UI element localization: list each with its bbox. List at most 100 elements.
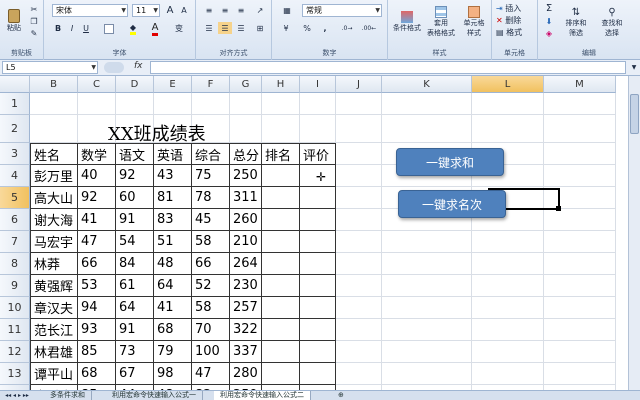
row-header-12[interactable]: 12 [0,341,30,363]
grid-cell[interactable] [336,253,382,275]
table-cell[interactable]: 78 [192,187,230,209]
table-header-cell[interactable]: 排名 [262,143,300,165]
align-bottom-button[interactable]: ≡ [234,4,248,16]
grid-cell[interactable] [472,93,544,115]
column-header-l[interactable]: L [472,76,544,93]
paste-button[interactable]: 粘贴 [6,6,22,36]
table-cell[interactable] [300,319,336,341]
table-cell[interactable]: 彭万里 [30,165,78,187]
row-header-13[interactable]: 13 [0,363,30,385]
table-cell[interactable] [262,341,300,363]
format-cells-button[interactable]: ▤ 格式 [496,26,536,38]
table-cell[interactable]: 41 [78,209,116,231]
table-cell[interactable]: 章汉夫 [30,297,78,319]
table-cell[interactable]: 84 [116,253,154,275]
table-cell[interactable]: 81 [154,187,192,209]
table-cell[interactable]: 260 [230,209,262,231]
table-cell[interactable]: 92 [78,187,116,209]
table-cell[interactable] [262,363,300,385]
table-cell[interactable] [262,253,300,275]
table-cell[interactable] [262,209,300,231]
insert-function-button[interactable]: fx [134,61,143,71]
grid-cell[interactable] [192,93,230,115]
grid-cell[interactable] [472,231,544,253]
grid-cell[interactable] [300,115,336,143]
grid-cell[interactable] [154,93,192,115]
table-cell[interactable]: 311 [230,187,262,209]
row-header-8[interactable]: 8 [0,253,30,275]
table-cell[interactable] [262,319,300,341]
table-cell[interactable]: 322 [230,319,262,341]
name-box[interactable]: L5 ▼ [2,61,98,74]
sum-macro-button[interactable]: 一键求和 [396,148,504,176]
table-cell[interactable]: 91 [116,319,154,341]
table-cell[interactable]: 68 [78,363,116,385]
row-header-1[interactable]: 1 [0,93,30,115]
grid-cell[interactable] [472,319,544,341]
grow-font-button[interactable]: A [164,4,176,17]
copy-button[interactable]: ❐ [28,16,40,26]
table-header-cell[interactable]: 语文 [116,143,154,165]
grid-cell[interactable] [544,231,616,253]
table-cell[interactable]: 林莽 [30,253,78,275]
grid-cell[interactable] [336,143,382,165]
grid-cell[interactable] [336,341,382,363]
spreadsheet-grid[interactable]: BCDEFGHIJKLM 1234567891011121314 XX班成绩表 … [0,76,628,390]
table-cell[interactable]: 68 [154,319,192,341]
grid-cell[interactable] [544,319,616,341]
grid-cell[interactable] [544,253,616,275]
grid-cell[interactable] [336,319,382,341]
grid-cell[interactable] [544,165,616,187]
table-cell[interactable]: 98 [154,363,192,385]
table-cell[interactable]: 58 [192,297,230,319]
table-header-cell[interactable]: 姓名 [30,143,78,165]
grid-cell[interactable] [382,341,472,363]
grid-cell[interactable] [336,93,382,115]
table-cell[interactable]: 93 [78,319,116,341]
table-cell[interactable]: 66 [78,253,116,275]
table-cell[interactable]: 61 [116,275,154,297]
table-cell[interactable]: 45 [192,209,230,231]
grid-cell[interactable] [230,115,262,143]
column-header-k[interactable]: K [382,76,472,93]
find-select-button[interactable]: ⚲ 查找和 选择 [594,2,630,42]
grid-cell[interactable] [262,93,300,115]
column-header-j[interactable]: J [336,76,382,93]
table-cell[interactable]: 47 [78,231,116,253]
grid-cell[interactable] [382,253,472,275]
table-cell[interactable] [262,297,300,319]
underline-button[interactable]: U [80,22,92,35]
format-painter-button[interactable]: ✎ [28,28,40,38]
merge-center-button[interactable]: ⊞ [252,22,268,34]
column-header-i[interactable]: I [300,76,336,93]
table-cell[interactable] [300,297,336,319]
grid-cell[interactable] [382,363,472,385]
grid-cell[interactable] [382,115,472,143]
table-header-cell[interactable]: 综合 [192,143,230,165]
grid-cell[interactable] [336,115,382,143]
expand-formula-bar-button[interactable]: ▼ [628,61,640,74]
insert-sheet-tab[interactable]: ⊕ [332,391,350,400]
fill-color-button[interactable]: ◆ [124,22,142,35]
table-cell[interactable] [300,275,336,297]
currency-button[interactable]: ¥ [278,22,294,35]
row-header-11[interactable]: 11 [0,319,30,341]
conditional-format-button[interactable]: 条件格式 [390,4,424,40]
table-cell[interactable]: 92 [116,165,154,187]
grid-cell[interactable] [262,115,300,143]
grid-cell[interactable] [544,93,616,115]
font-name-select[interactable]: 宋体 ▼ [52,4,128,17]
align-center-button[interactable]: ☰ [218,22,232,34]
table-cell[interactable] [300,253,336,275]
table-header-cell[interactable]: 评价 [300,143,336,165]
table-cell[interactable]: 66 [192,253,230,275]
format-icon-button[interactable]: ▦ [278,4,296,17]
row-header-6[interactable]: 6 [0,209,30,231]
table-cell[interactable]: 黄强辉 [30,275,78,297]
grid-cell[interactable] [336,297,382,319]
table-cell[interactable]: 75 [192,165,230,187]
table-cell[interactable] [300,363,336,385]
table-cell[interactable]: 83 [154,209,192,231]
table-format-button[interactable]: 套用 表格格式 [424,4,458,40]
clear-button[interactable]: ◈ [542,28,556,38]
